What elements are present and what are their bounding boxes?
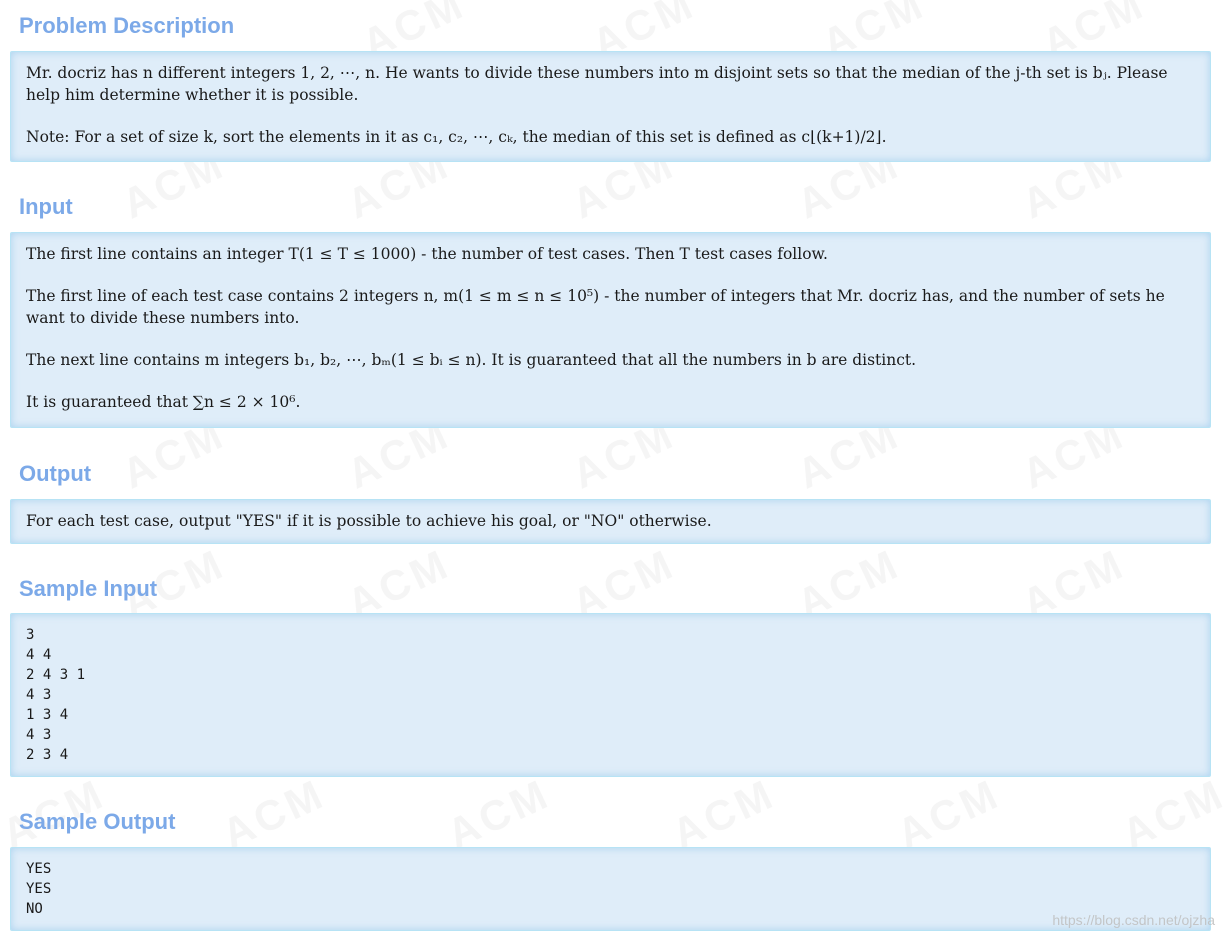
watermark: ACM — [214, 769, 333, 858]
sample-output-text[interactable]: YES YES NO — [26, 859, 1195, 919]
output-heading: Output — [19, 461, 92, 486]
input-heading: Input — [19, 194, 73, 219]
watermark: ACM — [1114, 769, 1225, 858]
input-paragraph: The first line contains an integer T(1 ≤… — [26, 245, 828, 263]
problem-note: Note: For a set of size k, sort the elem… — [26, 128, 887, 146]
sample-input-heading: Sample Input — [19, 576, 158, 601]
problem-description-heading: Problem Description — [19, 13, 235, 38]
input-panel: The first line contains an integer T(1 ≤… — [10, 232, 1211, 428]
watermark: ACM — [439, 769, 558, 858]
sample-output-panel[interactable]: YES YES NO — [10, 847, 1211, 931]
output-paragraph: For each test case, output "YES" if it i… — [26, 512, 712, 530]
sample-input-text[interactable]: 3 4 4 2 4 3 1 4 3 1 3 4 4 3 2 3 4 — [26, 625, 1195, 765]
output-panel: For each test case, output "YES" if it i… — [10, 499, 1211, 544]
input-paragraph: The next line contains m integers b₁, b₂… — [26, 351, 917, 369]
problem-paragraph: Mr. docriz has n different integers 1, 2… — [26, 64, 1168, 104]
footer-url: https://blog.csdn.net/ojzha — [1052, 912, 1215, 928]
sample-input-panel[interactable]: 3 4 4 2 4 3 1 4 3 1 3 4 4 3 2 3 4 — [10, 613, 1211, 777]
watermark: ACM — [889, 769, 1008, 858]
problem-description-panel: Mr. docriz has n different integers 1, 2… — [10, 51, 1211, 162]
sample-output-heading: Sample Output — [19, 809, 176, 834]
watermark: ACM — [664, 769, 783, 858]
input-paragraph: It is guaranteed that ∑n ≤ 2 × 10⁶. — [26, 393, 301, 411]
input-paragraph: The first line of each test case contain… — [26, 287, 1165, 327]
